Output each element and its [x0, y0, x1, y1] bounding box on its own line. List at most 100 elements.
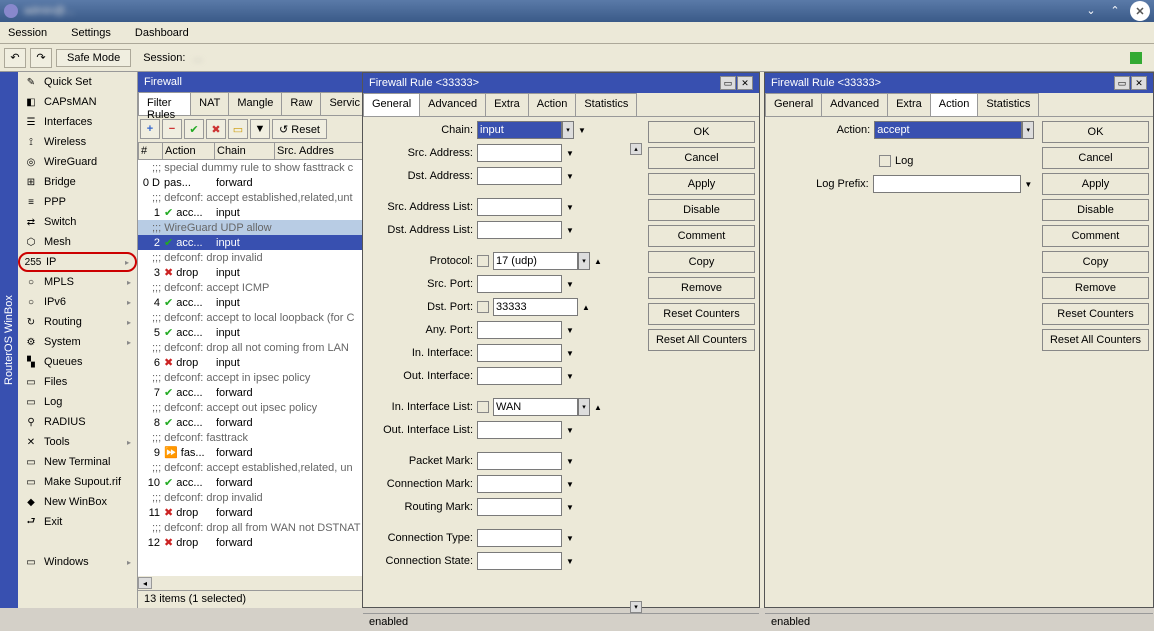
- table-row[interactable]: 9 ⏩ fas...forward: [138, 445, 368, 460]
- ok-button[interactable]: OK: [1042, 121, 1149, 143]
- tab-advanced[interactable]: Advanced: [821, 93, 888, 116]
- expand-icon[interactable]: ▼: [564, 501, 576, 513]
- expand-icon[interactable]: ▲: [592, 255, 604, 267]
- field-input[interactable]: [477, 144, 562, 162]
- sidebar-item-wireless[interactable]: ⟟Wireless: [18, 132, 137, 152]
- ok-button[interactable]: OK: [648, 121, 755, 143]
- expand-icon[interactable]: ▼: [564, 347, 576, 359]
- expand-icon[interactable]: ▼: [564, 201, 576, 213]
- dialog-max-icon[interactable]: ▭: [1114, 76, 1130, 90]
- copy-button[interactable]: Copy: [648, 251, 755, 273]
- rule-comment[interactable]: ;;; WireGuard UDP allow: [138, 220, 368, 235]
- sidebar-item-make-supout-rif[interactable]: ▭Make Supout.rif: [18, 472, 137, 492]
- dialog-title[interactable]: Firewall Rule <33333> ▭ ✕: [765, 73, 1153, 93]
- field-input[interactable]: [873, 175, 1021, 193]
- field-input[interactable]: [493, 252, 578, 270]
- disable-button[interactable]: Disable: [648, 199, 755, 221]
- menu-dashboard[interactable]: Dashboard: [131, 25, 193, 41]
- expand-icon[interactable]: ▼: [576, 124, 588, 136]
- field-input[interactable]: [477, 344, 562, 362]
- sidebar-item-wireguard[interactable]: ◎WireGuard: [18, 152, 137, 172]
- tab-general[interactable]: General: [363, 93, 420, 116]
- safemode-button[interactable]: Safe Mode: [56, 49, 131, 67]
- sidebar-item-ipv6[interactable]: ○IPv6▸: [18, 292, 137, 312]
- h-scrollbar[interactable]: ◂: [138, 576, 368, 590]
- tab-extra[interactable]: Extra: [887, 93, 931, 116]
- sidebar-item-queues[interactable]: ▚Queues: [18, 352, 137, 372]
- sidebar-item-new-terminal[interactable]: ▭New Terminal: [18, 452, 137, 472]
- grid-body[interactable]: ;;; special dummy rule to show fasttrack…: [138, 160, 368, 580]
- col-action[interactable]: Action: [163, 143, 215, 159]
- expand-icon[interactable]: ▼: [564, 532, 576, 544]
- rule-comment[interactable]: ;;; defconf: accept to local loopback (f…: [138, 310, 368, 325]
- expand-icon[interactable]: ▼: [564, 224, 576, 236]
- invert-checkbox[interactable]: [477, 401, 489, 413]
- tab-raw[interactable]: Raw: [281, 92, 321, 115]
- rule-comment[interactable]: ;;; defconf: drop invalid: [138, 250, 368, 265]
- expand-icon[interactable]: ▼: [564, 555, 576, 567]
- tab-action[interactable]: Action: [528, 93, 577, 116]
- field-input[interactable]: [477, 367, 562, 385]
- col-src[interactable]: Src. Addres: [275, 143, 367, 159]
- sidebar-item-tools[interactable]: ✕Tools▸: [18, 432, 137, 452]
- reset-counters-button[interactable]: Reset Counters: [1042, 303, 1149, 325]
- field-input[interactable]: [477, 452, 562, 470]
- tab-advanced[interactable]: Advanced: [419, 93, 486, 116]
- disable-button[interactable]: ✖: [206, 119, 226, 139]
- reset-counters-button[interactable]: ↺ Reset: [272, 119, 327, 139]
- expand-icon[interactable]: ▲: [580, 301, 592, 313]
- sidebar-item-log[interactable]: ▭Log: [18, 392, 137, 412]
- field-input[interactable]: [477, 121, 562, 139]
- sidebar-item-radius[interactable]: ⚲RADIUS: [18, 412, 137, 432]
- cancel-button[interactable]: Cancel: [1042, 147, 1149, 169]
- rule-comment[interactable]: ;;; defconf: accept established,related,…: [138, 190, 368, 205]
- maximize-icon[interactable]: ⌃: [1106, 1, 1124, 19]
- tab-statistics[interactable]: Statistics: [575, 93, 637, 116]
- field-input[interactable]: [477, 498, 562, 516]
- remove-button[interactable]: Remove: [1042, 277, 1149, 299]
- minimize-icon[interactable]: ⌄: [1082, 1, 1100, 19]
- tab-extra[interactable]: Extra: [485, 93, 529, 116]
- field-input[interactable]: [477, 421, 562, 439]
- dropdown-icon[interactable]: ▾: [578, 252, 590, 270]
- sidebar-item-files[interactable]: ▭Files: [18, 372, 137, 392]
- dropdown-icon[interactable]: ▾: [562, 121, 574, 139]
- dropdown-icon[interactable]: ▾: [1022, 121, 1034, 139]
- expand-icon[interactable]: ▼: [564, 455, 576, 467]
- reset-counters-button[interactable]: Reset Counters: [648, 303, 755, 325]
- expand-icon[interactable]: ▼: [1023, 178, 1034, 190]
- rule-comment[interactable]: ;;; defconf: drop invalid: [138, 490, 368, 505]
- tab-general[interactable]: General: [765, 93, 822, 116]
- apply-button[interactable]: Apply: [1042, 173, 1149, 195]
- field-input[interactable]: [477, 198, 562, 216]
- copy-button[interactable]: Copy: [1042, 251, 1149, 273]
- sidebar-item-new-winbox[interactable]: ◆New WinBox: [18, 492, 137, 512]
- dialog-close-icon[interactable]: ✕: [737, 76, 753, 90]
- tab-nat[interactable]: NAT: [190, 92, 229, 115]
- table-row[interactable]: 5 ✔ acc...input: [138, 325, 368, 340]
- sidebar-item-mpls[interactable]: ○MPLS▸: [18, 272, 137, 292]
- sidebar-item-bridge[interactable]: ⊞Bridge: [18, 172, 137, 192]
- tab-statistics[interactable]: Statistics: [977, 93, 1039, 116]
- table-row[interactable]: 1 ✔ acc...input: [138, 205, 368, 220]
- menu-settings[interactable]: Settings: [67, 25, 115, 41]
- menu-session[interactable]: Session: [4, 25, 51, 41]
- field-input[interactable]: [874, 121, 1022, 139]
- cancel-button[interactable]: Cancel: [648, 147, 755, 169]
- rule-comment[interactable]: ;;; defconf: accept in ipsec policy: [138, 370, 368, 385]
- table-row[interactable]: 8 ✔ acc...forward: [138, 415, 368, 430]
- field-input[interactable]: [477, 275, 562, 293]
- rule-comment[interactable]: ;;; defconf: drop all from WAN not DSTNA…: [138, 520, 368, 535]
- sidebar-item-capsman[interactable]: ◧CAPsMAN: [18, 92, 137, 112]
- sidebar-item-windows[interactable]: ▭Windows▸: [18, 552, 137, 572]
- v-scrollbar[interactable]: ▴▾: [630, 143, 644, 613]
- expand-icon[interactable]: ▼: [564, 478, 576, 490]
- table-row[interactable]: 6 ✖ dropinput: [138, 355, 368, 370]
- sidebar-item-interfaces[interactable]: ☰Interfaces: [18, 112, 137, 132]
- table-row[interactable]: 7 ✔ acc...forward: [138, 385, 368, 400]
- undo-button[interactable]: ↶: [4, 48, 26, 68]
- rule-comment[interactable]: ;;; defconf: fasttrack: [138, 430, 368, 445]
- dialog-title[interactable]: Firewall Rule <33333> ▭ ✕: [363, 73, 759, 93]
- close-icon[interactable]: ✕: [1130, 1, 1150, 21]
- remove-button[interactable]: −: [162, 119, 182, 139]
